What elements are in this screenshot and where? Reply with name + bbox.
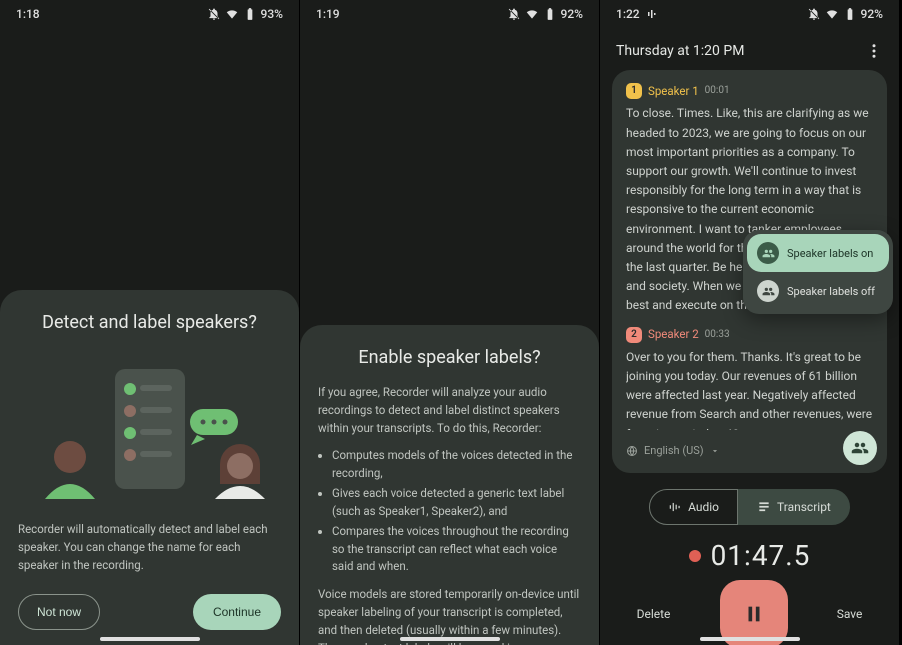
transcript-tab[interactable]: Transcript (738, 489, 850, 525)
battery-icon (843, 7, 857, 21)
bullet-item: Computes models of the voices detected i… (332, 447, 581, 483)
sheet-desc: Recorder will automatically detect and l… (18, 521, 281, 574)
status-right: 92% (807, 7, 883, 21)
enable-sheet: Enable speaker labels? If you agree, Rec… (300, 325, 599, 645)
popover-label: Speaker labels off (787, 285, 875, 298)
save-button[interactable]: Save (837, 607, 863, 621)
pause-icon (743, 603, 765, 625)
speaker-labels-popover: Speaker labels on Speaker labels off (743, 230, 893, 314)
nav-pill[interactable] (400, 637, 500, 641)
waveform-icon (668, 500, 682, 514)
delete-button[interactable]: Delete (637, 607, 671, 621)
language-selector[interactable]: English (US) (626, 442, 873, 460)
dnd-icon (207, 7, 221, 21)
recording-indicator-icon (689, 550, 701, 562)
wifi-icon (825, 7, 839, 21)
wifi-icon (525, 7, 539, 21)
bullet-item: Gives each voice detected a generic text… (332, 485, 581, 521)
chevron-down-icon (710, 446, 720, 456)
illustration (18, 349, 281, 499)
transcript-icon (757, 500, 771, 514)
tab-label: Audio (688, 500, 719, 514)
dnd-icon (507, 7, 521, 21)
status-time: 1:19 (316, 7, 340, 21)
audio-tab[interactable]: Audio (649, 489, 738, 525)
bullet-list: Computes models of the voices detected i… (318, 447, 581, 576)
tab-label: Transcript (777, 500, 831, 514)
continue-button[interactable]: Continue (193, 594, 281, 630)
screen-enable-prompt: 1:19 92% Enable speaker labels? If you a… (300, 0, 600, 645)
battery-pct: 93% (261, 7, 283, 21)
battery-pct: 92% (561, 7, 583, 21)
speaker-labels-off-item[interactable]: Speaker labels off (747, 272, 889, 310)
speaker-name[interactable]: Speaker 1 (648, 82, 699, 100)
battery-pct: 92% (861, 7, 883, 21)
intro-text: If you agree, Recorder will analyze your… (318, 384, 581, 437)
not-now-button[interactable]: Not now (18, 594, 100, 630)
status-right: 93% (207, 7, 283, 21)
speaker-timestamp: 00:33 (705, 327, 730, 343)
overflow-menu-icon[interactable] (865, 42, 883, 60)
language-label: English (US) (644, 442, 704, 460)
people-off-icon (762, 285, 775, 298)
speaker-labels-on-item[interactable]: Speaker labels on (747, 234, 889, 272)
detect-sheet: Detect and label speakers? (0, 290, 299, 645)
speaker-badge: 2 (626, 327, 642, 343)
recording-title: Thursday at 1:20 PM (616, 43, 744, 59)
status-bar: 1:22 92% (600, 0, 899, 28)
status-right: 92% (507, 7, 583, 21)
speaker-timestamp: 00:01 (705, 83, 730, 99)
screen-detect-prompt: 1:18 93% Detect and label speakers? (0, 0, 300, 645)
pause-button[interactable] (720, 580, 788, 645)
people-icon (851, 439, 869, 457)
mic-activity-icon (646, 8, 658, 20)
dnd-icon (807, 7, 821, 21)
bullet-item: Compares the voices throughout the recor… (332, 523, 581, 576)
battery-icon (243, 7, 257, 21)
transcript-text: Over to you for them. Thanks. It's great… (626, 348, 873, 430)
speaker-name[interactable]: Speaker 2 (648, 325, 699, 343)
nav-pill[interactable] (100, 637, 200, 641)
battery-icon (543, 7, 557, 21)
nav-pill[interactable] (700, 637, 800, 641)
speaker-labels-fab[interactable] (843, 431, 877, 465)
popover-label: Speaker labels on (787, 247, 873, 260)
sheet-title: Detect and label speakers? (18, 312, 281, 333)
status-bar: 1:18 93% (0, 0, 299, 28)
globe-icon (626, 445, 638, 457)
status-time: 1:22 (616, 7, 640, 21)
speaker-badge: 1 (626, 83, 642, 99)
wifi-icon (225, 7, 239, 21)
speaker-row: 1 Speaker 1 00:01 (626, 82, 873, 100)
speaker-row: 2 Speaker 2 00:33 (626, 325, 873, 343)
status-time: 1:18 (16, 7, 40, 21)
view-toggle: Audio Transcript (612, 489, 887, 525)
sheet-title: Enable speaker labels? (318, 347, 581, 368)
timer-display: 01:47.5 (711, 539, 811, 572)
people-icon (762, 247, 775, 260)
status-bar: 1:19 92% (300, 0, 599, 28)
screen-recorder: 1:22 92% Thursday at 1:20 PM 1 Speaker 1… (600, 0, 900, 645)
